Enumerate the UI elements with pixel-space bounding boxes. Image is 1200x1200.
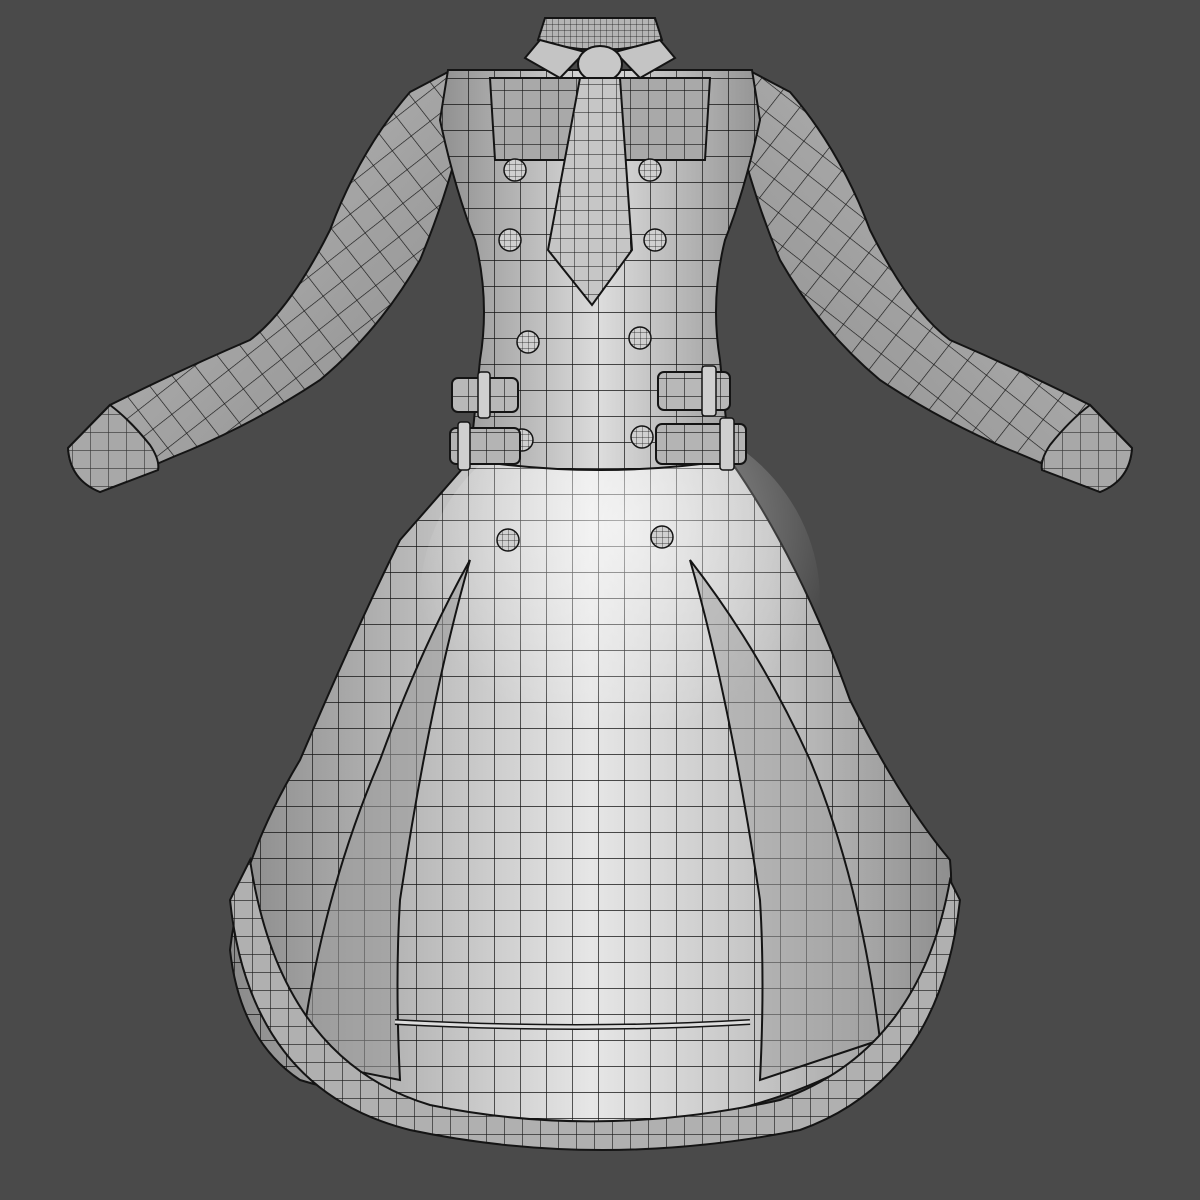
dress-model [66,17,1134,1151]
strap-left-lower [449,421,521,471]
skirt [228,410,962,1151]
tie-knot [577,45,623,83]
left-sleeve [66,70,462,494]
button [643,228,667,252]
button [503,158,527,182]
button [516,330,540,354]
strap-left-upper [451,371,519,419]
right-sleeve [738,70,1134,494]
button [630,425,654,449]
strap-right-lower [655,417,747,471]
strap-right-upper [657,365,731,417]
viewport [0,0,1200,1200]
button [498,228,522,252]
button [628,326,652,350]
button [650,525,674,549]
button [638,158,662,182]
button [496,528,520,552]
